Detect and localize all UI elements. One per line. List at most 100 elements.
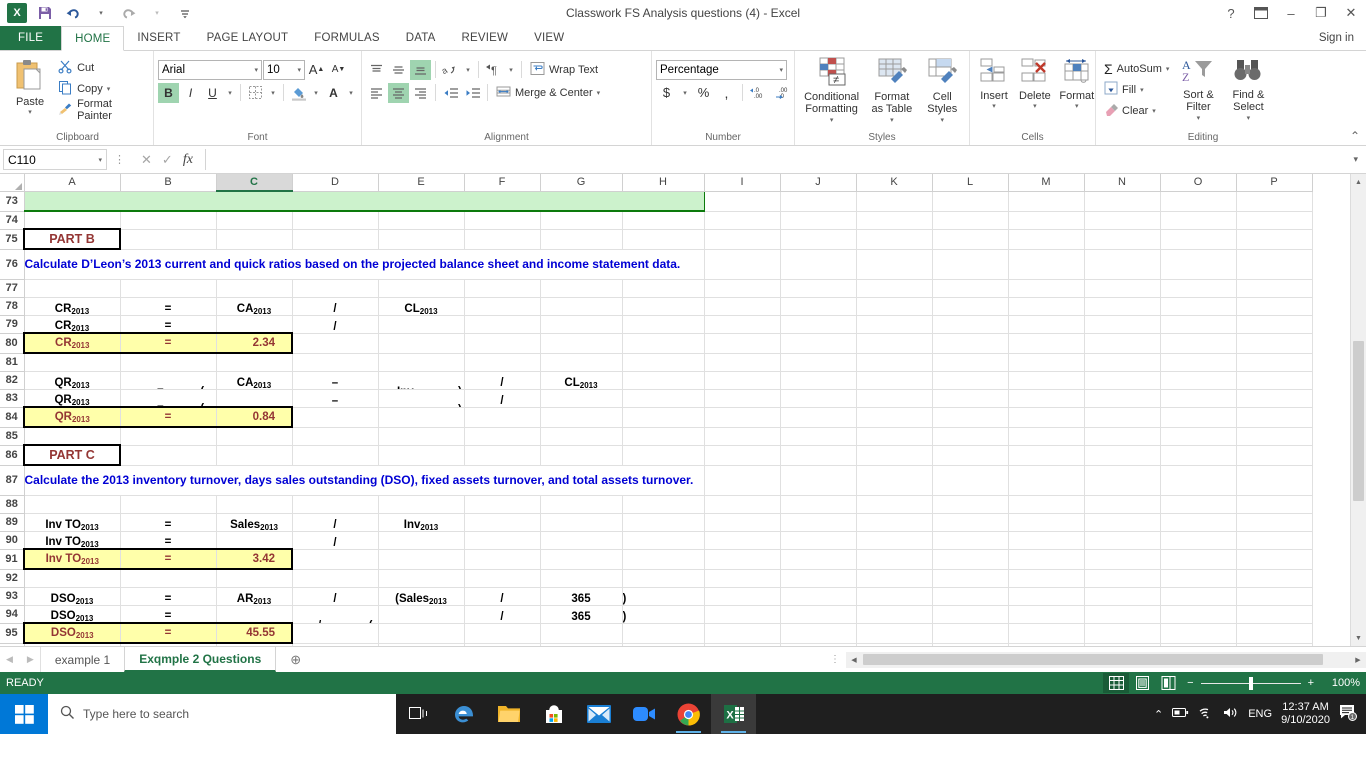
redo-icon[interactable]: [116, 2, 142, 24]
cell-empty[interactable]: [780, 643, 857, 646]
cell-styles-dropdown-icon[interactable]: ▾: [941, 115, 945, 127]
cell-empty[interactable]: [1008, 427, 1085, 446]
cell-empty[interactable]: [622, 315, 705, 334]
currency-dropdown-icon[interactable]: ▾: [679, 83, 691, 103]
cell-empty[interactable]: [1160, 407, 1237, 428]
cell-empty[interactable]: [1084, 297, 1161, 316]
column-header-h[interactable]: H: [622, 174, 705, 192]
cell-empty[interactable]: [540, 569, 623, 588]
cell-empty[interactable]: [1008, 549, 1085, 570]
cell-empty[interactable]: [856, 249, 933, 280]
redo-dropdown-icon[interactable]: ▾: [144, 2, 170, 24]
cell-empty[interactable]: [464, 445, 541, 466]
vertical-scroll-thumb[interactable]: [1353, 341, 1364, 501]
cell-empty[interactable]: [780, 229, 857, 250]
insert-dropdown-icon[interactable]: ▾: [992, 102, 996, 110]
cell-empty[interactable]: [704, 643, 781, 646]
column-header-a[interactable]: A: [24, 174, 121, 192]
column-header-g[interactable]: G: [540, 174, 623, 192]
cell-formula-numerator[interactable]: CA2013: [216, 297, 293, 316]
cell-empty[interactable]: [216, 279, 293, 298]
cell-empty[interactable]: [1084, 445, 1161, 466]
cell-empty[interactable]: [1160, 389, 1237, 408]
cell-formula-sales[interactable]: [378, 605, 465, 624]
cell-empty[interactable]: [622, 333, 705, 354]
cell-empty[interactable]: [704, 427, 781, 446]
row-header-74[interactable]: 74: [0, 211, 25, 230]
sheet-tab-example-1[interactable]: example 1: [41, 647, 124, 672]
cell-empty[interactable]: [856, 315, 933, 334]
cell-formula-divide-open[interactable]: /(: [292, 605, 379, 624]
cell-empty[interactable]: [1160, 587, 1237, 606]
cell-empty[interactable]: [120, 643, 217, 646]
cell-empty[interactable]: [120, 229, 217, 250]
cell-empty[interactable]: [932, 623, 1009, 644]
percent-format-button[interactable]: %: [693, 83, 714, 103]
cell-instruction-text[interactable]: Calculate the 2013 inventory turnover, d…: [24, 465, 705, 496]
cell-empty[interactable]: [1008, 623, 1085, 644]
cell-empty[interactable]: [1084, 389, 1161, 408]
cell-empty[interactable]: [24, 495, 121, 514]
cell-empty[interactable]: [780, 427, 857, 446]
format-as-table-button[interactable]: Format as Table ▾: [864, 54, 919, 129]
cell-empty[interactable]: [856, 211, 933, 230]
merge-center-button[interactable]: Merge & Center ▾: [492, 82, 604, 103]
cell-formula-divide[interactable]: /: [464, 371, 541, 390]
row-header-77[interactable]: 77: [0, 279, 25, 298]
cell-empty[interactable]: [856, 279, 933, 298]
cell-empty[interactable]: [540, 297, 623, 316]
cell-empty[interactable]: [464, 333, 541, 354]
cell-empty[interactable]: [622, 279, 705, 298]
cell-empty[interactable]: [932, 605, 1009, 624]
cell-empty[interactable]: [1236, 229, 1313, 250]
cell-formula-close-paren[interactable]: ): [622, 587, 705, 606]
cell-empty[interactable]: [378, 333, 465, 354]
cell-empty[interactable]: [24, 353, 121, 372]
cell-empty[interactable]: [216, 353, 293, 372]
cell-formula-label[interactable]: Inv TO2013: [24, 531, 121, 550]
tab-home[interactable]: HOME: [61, 26, 125, 51]
cell-formula-equals[interactable]: =: [120, 531, 217, 550]
cell-empty[interactable]: [1236, 191, 1313, 212]
cell-empty[interactable]: [1008, 297, 1085, 316]
tab-review[interactable]: REVIEW: [449, 26, 522, 50]
cell-empty[interactable]: [1160, 229, 1237, 250]
autosum-button[interactable]: Σ AutoSum ▾: [1100, 58, 1173, 79]
cell-empty[interactable]: [216, 229, 293, 250]
cell-result-label[interactable]: DSO2013: [23, 622, 121, 644]
cell-empty[interactable]: [1084, 333, 1161, 354]
row-header-90[interactable]: 90: [0, 531, 25, 550]
page-break-preview-button[interactable]: [1155, 673, 1181, 693]
cell-empty[interactable]: [292, 495, 379, 514]
sort-filter-dropdown-icon[interactable]: ▾: [1197, 113, 1201, 125]
cell-empty[interactable]: [1008, 371, 1085, 390]
fill-button[interactable]: Fill ▾: [1100, 79, 1173, 100]
cell-empty[interactable]: [780, 353, 857, 372]
cell-empty[interactable]: [1084, 211, 1161, 230]
cell-empty[interactable]: [1008, 407, 1085, 428]
cell-empty[interactable]: [932, 191, 1009, 212]
row-header-84[interactable]: 84: [0, 407, 25, 428]
cell-formula-numerator[interactable]: AR2013: [216, 587, 293, 606]
row-header-88[interactable]: 88: [0, 495, 25, 514]
cell-empty[interactable]: [780, 531, 857, 550]
cell-empty[interactable]: [1084, 249, 1161, 280]
cell-empty[interactable]: [1236, 465, 1313, 496]
file-explorer-icon[interactable]: [486, 694, 531, 734]
cell-empty[interactable]: [856, 623, 933, 644]
cell-formula-label[interactable]: DSO2013: [24, 587, 121, 606]
cell-empty[interactable]: [1160, 353, 1237, 372]
align-top-button[interactable]: [366, 60, 387, 80]
next-sheet-icon[interactable]: ▶: [27, 654, 34, 665]
cell-empty[interactable]: [1084, 587, 1161, 606]
previous-sheet-icon[interactable]: ◀: [6, 654, 13, 665]
cell-formula-denominator[interactable]: Inv2013: [378, 513, 465, 532]
sheet-tab-exqmple-2-questions[interactable]: Exqmple 2 Questions: [124, 647, 277, 672]
cell-empty[interactable]: [856, 371, 933, 390]
cell-empty[interactable]: [932, 249, 1009, 280]
cell-formula-denominator[interactable]: [378, 315, 465, 334]
cell-formula-operator[interactable]: /: [292, 513, 379, 532]
text-direction-icon[interactable]: ¶: [483, 60, 504, 80]
delete-dropdown-icon[interactable]: ▾: [1033, 102, 1037, 110]
shrink-font-button[interactable]: A ▼: [328, 60, 349, 80]
